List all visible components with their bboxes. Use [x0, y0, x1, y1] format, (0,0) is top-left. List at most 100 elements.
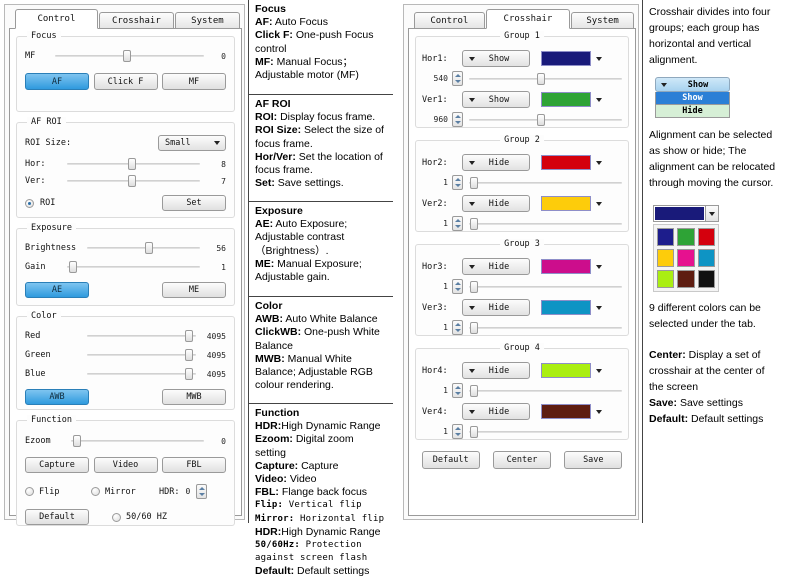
tab-system-2[interactable]: System	[571, 12, 634, 29]
chevron-down-icon[interactable]	[705, 206, 718, 221]
tab-control-2[interactable]: Control	[414, 12, 485, 29]
ver4-knob[interactable]	[470, 426, 478, 438]
ver2-color-swatch[interactable]	[541, 196, 591, 211]
hor1-spinner[interactable]	[452, 71, 463, 86]
ver2-position-slider[interactable]	[469, 218, 622, 230]
crosshair-save-button[interactable]: Save	[564, 451, 622, 469]
video-button[interactable]: Video	[94, 457, 158, 473]
hor2-mode-combo[interactable]: Hide	[462, 154, 530, 171]
green-slider[interactable]	[87, 349, 196, 361]
palette-cell[interactable]	[677, 228, 694, 246]
green-knob[interactable]	[185, 349, 193, 361]
ezoom-slider[interactable]	[71, 435, 204, 447]
tab-control[interactable]: Control	[15, 9, 98, 29]
hor1-mode-combo[interactable]: Show	[462, 50, 530, 67]
hor1-position-slider[interactable]	[469, 73, 622, 85]
me-button[interactable]: ME	[162, 282, 226, 298]
ver4-color-swatch[interactable]	[541, 404, 591, 419]
ver1-color-chevron-icon[interactable]	[596, 98, 602, 102]
ae-button[interactable]: AE	[25, 282, 89, 298]
hor4-mode-combo[interactable]: Hide	[462, 362, 530, 379]
hor2-spinner[interactable]	[452, 175, 463, 190]
ver4-mode-combo[interactable]: Hide	[462, 403, 530, 420]
show-hide-demo-combo[interactable]: Show Show Hide	[655, 77, 730, 118]
palette-cell[interactable]	[657, 249, 674, 267]
red-knob[interactable]	[185, 330, 193, 342]
hor2-knob[interactable]	[470, 177, 478, 189]
ezoom-knob[interactable]	[73, 435, 81, 447]
capture-button[interactable]: Capture	[25, 457, 89, 473]
palette-cell[interactable]	[677, 249, 694, 267]
demo-combo-box[interactable]: Show	[655, 77, 730, 92]
blue-slider[interactable]	[87, 368, 196, 380]
ver3-mode-combo[interactable]: Hide	[462, 299, 530, 316]
ver1-position-slider[interactable]	[469, 114, 622, 126]
hor3-spinner[interactable]	[452, 279, 463, 294]
palette-cell[interactable]	[677, 270, 694, 288]
ver1-knob[interactable]	[537, 114, 545, 126]
brightness-slider[interactable]	[87, 242, 200, 254]
gain-slider[interactable]	[67, 261, 200, 273]
palette-cell[interactable]	[698, 249, 715, 267]
hor1-knob[interactable]	[537, 73, 545, 85]
awb-button[interactable]: AWB	[25, 389, 89, 405]
hor3-mode-combo[interactable]: Hide	[462, 258, 530, 275]
tab-system[interactable]: System	[175, 12, 240, 29]
roi-hor-knob[interactable]	[128, 158, 136, 170]
hor4-position-slider[interactable]	[469, 385, 622, 397]
crosshair-default-button[interactable]: Default	[422, 451, 480, 469]
ver4-position-slider[interactable]	[469, 426, 622, 438]
gain-knob[interactable]	[69, 261, 77, 273]
tab-crosshair-2[interactable]: Crosshair	[486, 9, 570, 29]
roi-size-combo[interactable]: Small	[158, 135, 226, 151]
mf-slider[interactable]	[55, 50, 204, 62]
hor4-knob[interactable]	[470, 385, 478, 397]
ver3-spinner[interactable]	[452, 320, 463, 335]
hor3-color-swatch[interactable]	[541, 259, 591, 274]
ver2-spinner[interactable]	[452, 216, 463, 231]
ver3-knob[interactable]	[470, 322, 478, 334]
roi-ver-slider[interactable]	[67, 175, 200, 187]
hor4-spinner[interactable]	[452, 383, 463, 398]
mwb-button[interactable]: MWB	[162, 389, 226, 405]
ver4-spinner[interactable]	[452, 424, 463, 439]
mirror-radio[interactable]	[91, 487, 100, 496]
fbl-button[interactable]: FBL	[162, 457, 226, 473]
click-f-button[interactable]: Click F	[94, 73, 158, 90]
spinner-up-icon[interactable]	[199, 487, 205, 490]
roi-radio[interactable]	[25, 199, 34, 208]
roi-ver-knob[interactable]	[128, 175, 136, 187]
mf-slider-knob[interactable]	[123, 50, 131, 62]
ver1-mode-combo[interactable]: Show	[462, 91, 530, 108]
hdr-spinner[interactable]	[196, 484, 207, 499]
mf-button[interactable]: MF	[162, 73, 226, 90]
palette-cell[interactable]	[657, 228, 674, 246]
palette-cell[interactable]	[698, 270, 715, 288]
hor3-color-chevron-icon[interactable]	[596, 265, 602, 269]
roi-hor-slider[interactable]	[67, 158, 200, 170]
spinner-down-icon[interactable]	[199, 493, 205, 496]
hor4-color-chevron-icon[interactable]	[596, 369, 602, 373]
hor3-position-slider[interactable]	[469, 281, 622, 293]
hor2-color-swatch[interactable]	[541, 155, 591, 170]
demo-option-show[interactable]: Show	[655, 92, 730, 105]
af-button[interactable]: AF	[25, 73, 89, 90]
palette-cell[interactable]	[657, 270, 674, 288]
hor1-color-chevron-icon[interactable]	[596, 57, 602, 61]
brightness-knob[interactable]	[145, 242, 153, 254]
ver4-color-chevron-icon[interactable]	[596, 410, 602, 414]
hor2-color-chevron-icon[interactable]	[596, 161, 602, 165]
ver1-color-swatch[interactable]	[541, 92, 591, 107]
palette-selected-combo[interactable]	[653, 205, 719, 222]
ver3-color-chevron-icon[interactable]	[596, 306, 602, 310]
hor1-color-swatch[interactable]	[541, 51, 591, 66]
crosshair-center-button[interactable]: Center	[493, 451, 551, 469]
ver2-knob[interactable]	[470, 218, 478, 230]
hor3-knob[interactable]	[470, 281, 478, 293]
blue-knob[interactable]	[185, 368, 193, 380]
demo-option-hide[interactable]: Hide	[655, 105, 730, 118]
tab-crosshair[interactable]: Crosshair	[99, 12, 174, 29]
ver2-mode-combo[interactable]: Hide	[462, 195, 530, 212]
flip-radio[interactable]	[25, 487, 34, 496]
palette-cell[interactable]	[698, 228, 715, 246]
